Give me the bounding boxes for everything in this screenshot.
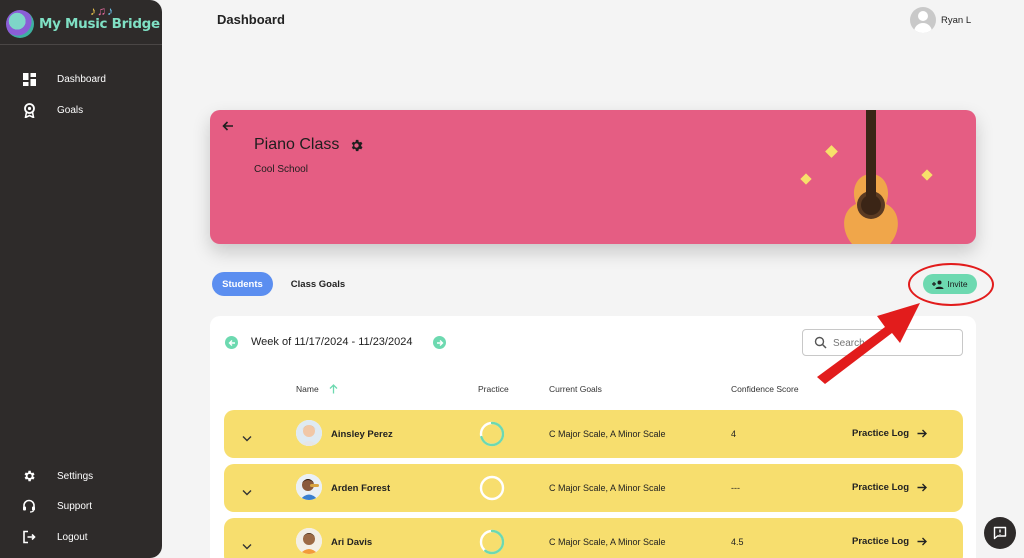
current-goals: C Major Scale, A Minor Scale	[549, 483, 666, 493]
student-name: Arden Forest	[331, 483, 391, 494]
arrow-right-icon	[917, 483, 928, 492]
arrow-right-icon	[917, 537, 928, 546]
confidence-score: ---	[731, 483, 740, 493]
confidence-score: 4.5	[731, 537, 744, 547]
column-header-confidence-score: Confidence Score	[731, 384, 799, 394]
chat-support-button[interactable]	[984, 517, 1016, 549]
student-name: Ari Davis	[331, 537, 373, 548]
class-settings-gear-icon[interactable]	[349, 138, 364, 153]
user-menu[interactable]: Ryan L	[910, 7, 971, 33]
student-name: Ainsley Perez	[331, 429, 393, 440]
logout-icon	[21, 529, 37, 545]
search-icon	[814, 336, 827, 354]
practice-log-link[interactable]: Practice Log	[852, 482, 928, 493]
column-header-current-goals: Current Goals	[549, 384, 602, 394]
week-label: Week of 11/17/2024 - 11/23/2024	[251, 336, 413, 348]
chevron-down-icon[interactable]	[242, 483, 252, 501]
column-header-name[interactable]: Name	[296, 384, 319, 394]
student-photo	[296, 528, 322, 554]
confidence-score: 4	[731, 429, 737, 439]
music-notes-icon: ♪♫♪	[90, 4, 114, 18]
practice-log-link[interactable]: Practice Log	[852, 536, 928, 547]
chevron-down-icon[interactable]	[242, 429, 252, 447]
table-row: Ari Davis C Major Scale, A Minor Scale 4…	[224, 518, 963, 558]
school-name: Cool School	[254, 164, 308, 175]
sidebar-item-label: Support	[57, 500, 93, 512]
dashboard-icon	[21, 71, 37, 87]
practice-progress-ring	[479, 529, 505, 555]
gear-icon	[21, 468, 37, 484]
tab-class-goals[interactable]: Class Goals	[283, 272, 353, 296]
class-title: Piano Class	[254, 136, 340, 153]
practice-log-label: Practice Log	[852, 482, 910, 493]
add-person-icon	[932, 280, 944, 289]
sidebar: My Music Bridge ♪♫♪ Dashboard Goals Sett…	[0, 0, 162, 558]
chevron-down-icon[interactable]	[242, 537, 252, 555]
sidebar-item-label: Goals	[57, 104, 84, 116]
class-banner: Piano Class Cool School	[210, 110, 976, 244]
table-row: Ainsley Perez C Major Scale, A Minor Sca…	[224, 410, 963, 458]
sidebar-item-label: Settings	[57, 470, 94, 482]
sort-ascending-icon[interactable]	[329, 381, 338, 399]
current-goals: C Major Scale, A Minor Scale	[549, 537, 666, 547]
arrow-left-icon	[228, 339, 235, 346]
search-box[interactable]	[802, 329, 963, 356]
sidebar-item-goals[interactable]: Goals	[0, 98, 162, 122]
guitar-illustration	[800, 110, 933, 244]
logo-icon	[6, 10, 34, 38]
sidebar-divider	[0, 44, 162, 45]
sidebar-item-logout[interactable]: Logout	[0, 525, 162, 549]
practice-log-link[interactable]: Practice Log	[852, 428, 928, 439]
next-week-button[interactable]	[433, 336, 446, 349]
previous-week-button[interactable]	[225, 336, 238, 349]
sidebar-item-support[interactable]: Support	[0, 494, 162, 518]
chat-bubble-icon	[993, 526, 1007, 540]
brand-logo[interactable]: My Music Bridge ♪♫♪	[6, 4, 160, 42]
student-photo	[296, 474, 322, 500]
sidebar-item-label: Dashboard	[57, 73, 106, 85]
award-icon	[21, 102, 37, 118]
practice-log-label: Practice Log	[852, 428, 910, 439]
current-goals: C Major Scale, A Minor Scale	[549, 429, 666, 439]
sidebar-item-dashboard[interactable]: Dashboard	[0, 67, 162, 91]
back-arrow-icon[interactable]	[222, 120, 236, 134]
search-input[interactable]	[833, 335, 953, 351]
practice-log-label: Practice Log	[852, 536, 910, 547]
arrow-right-icon	[917, 429, 928, 438]
sidebar-item-settings[interactable]: Settings	[0, 464, 162, 488]
practice-progress-ring	[479, 421, 505, 447]
table-row: Arden Forest C Major Scale, A Minor Scal…	[224, 464, 963, 512]
headset-icon	[21, 498, 37, 514]
practice-progress-ring	[479, 475, 505, 501]
avatar	[910, 7, 936, 33]
column-header-practice: Practice	[478, 384, 509, 394]
student-photo	[296, 420, 322, 446]
arrow-right-icon	[436, 339, 443, 346]
tab-students[interactable]: Students	[212, 272, 273, 296]
invite-button[interactable]: Invite	[923, 274, 977, 294]
user-name: Ryan L	[941, 14, 972, 26]
sidebar-item-label: Logout	[57, 531, 88, 543]
app-name: My Music Bridge	[39, 16, 160, 32]
page-title: Dashboard	[217, 12, 285, 27]
invite-label: Invite	[947, 279, 968, 289]
